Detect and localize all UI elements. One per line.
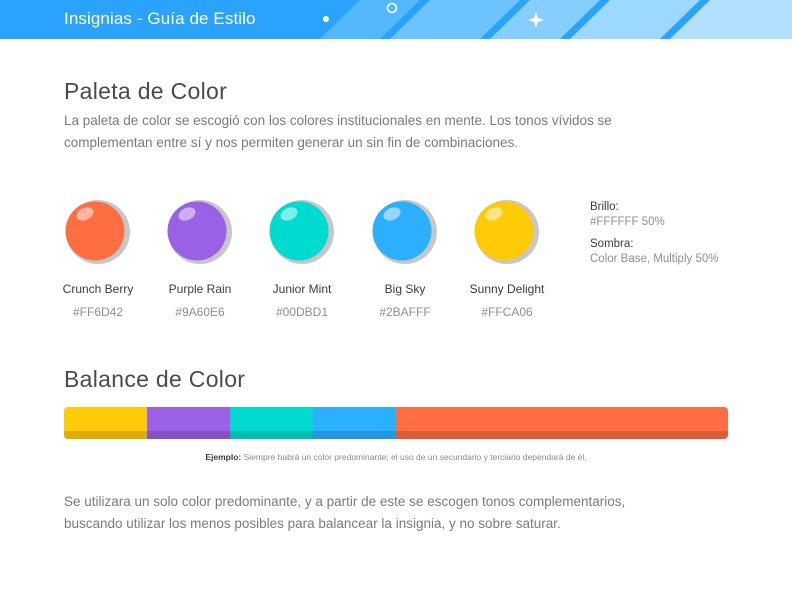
color-name: Big Sky	[384, 282, 426, 296]
balance-caption: Ejemplo: Siempre habrá un color predomin…	[0, 452, 792, 462]
balance-segment	[396, 407, 728, 439]
dot-icon	[323, 16, 329, 22]
palette-description-line1: La paleta de color se escogió con los co…	[64, 113, 612, 128]
caption-text: Siempre habrá un color predominante; el …	[241, 452, 587, 462]
color-name: Crunch Berry	[62, 282, 134, 296]
balance-heading: Balance de Color	[64, 366, 246, 392]
palette-heading: Paleta de Color	[64, 78, 228, 104]
color-balance-bar	[64, 407, 728, 439]
color-swatch: Purple Rain #9A60E6	[150, 199, 250, 319]
color-name: Junior Mint	[272, 282, 332, 296]
color-ball-icon	[372, 200, 437, 264]
balance-body-line1: Se utilizara un solo color predominante,…	[64, 494, 626, 509]
color-hex: #00DBD1	[275, 305, 329, 319]
balance-segment	[147, 407, 230, 439]
color-ball-icon	[167, 200, 232, 264]
color-name: Purple Rain	[168, 282, 232, 296]
color-ball-icon	[474, 200, 539, 264]
highlight-label: Brillo:	[590, 201, 619, 213]
color-ball-icon	[269, 200, 334, 264]
shadow-value: Color Base, Multiply 50%	[590, 253, 719, 265]
balance-segment	[64, 407, 147, 439]
color-ball-icon	[65, 200, 130, 264]
color-swatch: Junior Mint #00DBD1	[252, 199, 352, 319]
color-swatch: Sunny Delight #FFCA06	[457, 199, 557, 319]
finish-notes: Brillo: #FFFFFF 50% Sombra: Color Base, …	[590, 200, 718, 274]
color-hex: #FFCA06	[481, 305, 533, 319]
balance-segment	[313, 407, 396, 439]
caption-label: Ejemplo:	[205, 452, 242, 462]
color-hex: #FF6D42	[72, 305, 124, 319]
color-hex: #2BAFFF	[379, 305, 431, 319]
header-bar: Insignias - Guía de Estilo	[0, 0, 792, 39]
color-hex: #9A60E6	[175, 305, 225, 319]
balance-body-line2: buscando utilizar los menos posibles par…	[64, 516, 561, 531]
color-swatch: Crunch Berry #FF6D42	[48, 199, 148, 319]
palette-description-line2: complementan entre sí y nos permiten gen…	[64, 135, 518, 150]
highlight-value: #FFFFFF 50%	[590, 216, 665, 228]
balance-segment	[230, 407, 313, 439]
color-swatch: Big Sky #2BAFFF	[355, 199, 455, 319]
shadow-label: Sombra:	[590, 238, 634, 250]
color-name: Sunny Delight	[469, 282, 545, 296]
header-title: Insignias - Guía de Estilo	[64, 9, 256, 28]
